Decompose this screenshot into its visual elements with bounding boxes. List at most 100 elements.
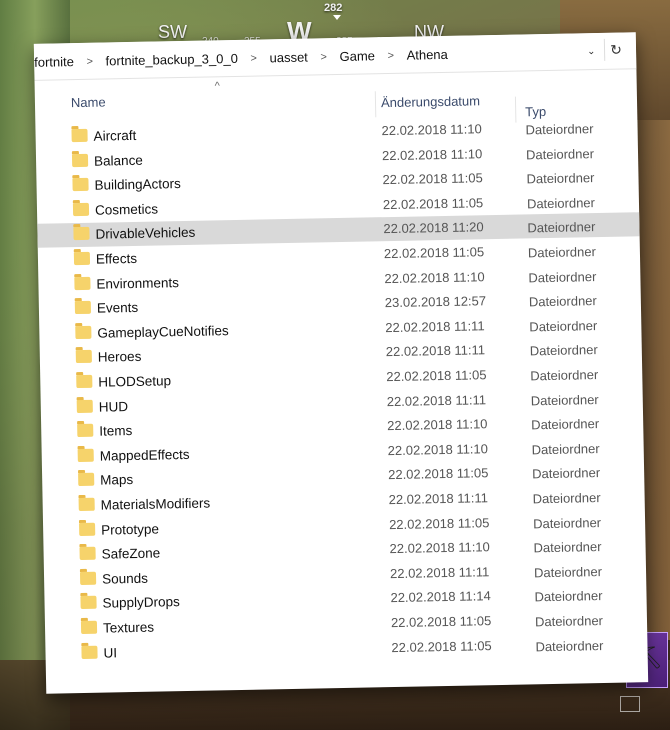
modified-date: 22.02.2018 11:10 [381,145,483,163]
file-name: Textures [102,619,155,636]
breadcrumb-item-fortnite-backup[interactable]: fortnite_backup_3_0_0 [105,51,238,69]
modified-date: 22.02.2018 11:05 [382,195,484,212]
modified-date: 22.02.2018 11:05 [390,613,492,631]
modified-date: 22.02.2018 11:05 [386,367,487,385]
refresh-icon[interactable]: ↻ [603,38,628,61]
file-type: Dateiordner [534,588,603,605]
file-type: Dateiordner [532,490,601,507]
file-type: Dateiordner [532,465,601,482]
modified-date: 22.02.2018 11:10 [387,440,489,458]
folder-icon [72,178,89,192]
folder-icon [78,473,95,487]
file-name: SafeZone [101,545,161,562]
file-name: HLODSetup [98,373,172,390]
file-name: Prototype [101,521,160,538]
file-type: Dateiordner [528,293,597,310]
file-type: Dateiordner [534,613,604,630]
modified-date: 22.02.2018 11:05 [388,465,489,483]
folder-icon [77,448,94,462]
folder-icon [75,325,92,339]
modified-date: 22.02.2018 11:05 [383,244,485,262]
file-type: Dateiordner [526,194,596,212]
file-name: DrivableVehicles [95,225,196,243]
file-name: Events [96,300,139,316]
folder-icon [81,645,98,659]
file-name: HUD [98,398,129,415]
file-type: Dateiordner [533,539,602,556]
chevron-right-icon: > [250,52,258,65]
file-type: Dateiordner [532,514,602,531]
modified-date: 22.02.2018 11:10 [389,539,490,557]
breadcrumb-item-uasset[interactable]: uasset [269,50,308,66]
folder-icon [74,276,91,290]
file-name: Cosmetics [94,201,159,218]
file-type: Dateiordner [525,145,595,163]
modified-date: 22.02.2018 11:05 [382,170,483,188]
file-name: UI [103,644,118,661]
file-name: BuildingActors [94,176,181,193]
file-type: Dateiordner [529,342,598,359]
file-name: Sounds [101,570,149,587]
sort-ascending-icon: ^ [214,80,220,93]
folder-icon [76,374,93,389]
folder-icon [80,620,98,635]
modified-date: 22.02.2018 11:14 [390,588,491,606]
file-name: Heroes [97,349,142,366]
file-name: Aircraft [93,127,137,144]
chevron-right-icon: > [387,49,395,62]
file-type: Dateiordner [525,121,594,138]
file-type: Dateiordner [526,170,595,187]
file-name: Effects [95,250,138,267]
file-name: MaterialsModifiers [100,495,211,513]
file-type: Dateiordner [527,244,596,261]
folder-icon [78,497,95,512]
chevron-right-icon: > [320,50,328,63]
file-name: Maps [100,472,134,489]
compass-label-sw: SW [158,22,187,42]
file-type: Dateiordner [528,268,597,285]
folder-icon [79,522,96,536]
file-explorer-window: fortnite > fortnite_backup_3_0_0 > uasse… [33,32,649,694]
file-type: Dateiordner [531,416,600,433]
chevron-right-icon: > [86,55,94,68]
hud-slot [620,696,640,712]
modified-date: 22.02.2018 11:05 [391,637,492,655]
file-type: Dateiordner [529,317,598,335]
breadcrumb-item-fortnite[interactable]: fortnite [34,54,74,70]
folder-icon [79,546,96,561]
modified-date: 22.02.2018 11:10 [387,416,488,434]
file-type: Dateiordner [530,367,599,384]
folder-icon [76,399,93,413]
column-header-date[interactable]: Änderungsdatum [381,93,480,110]
breadcrumb: fortnite > fortnite_backup_3_0_0 > uasse… [34,46,448,70]
modified-date: 22.02.2018 11:10 [384,268,485,286]
column-header-name[interactable]: Name [71,94,106,110]
address-dropdown-icon[interactable]: ⌄ [587,46,596,57]
file-type: Dateiordner [530,391,599,408]
file-name: Items [99,423,133,439]
breadcrumb-item-athena[interactable]: Athena [406,47,447,63]
compass-bearing: 282 [324,2,343,14]
file-name: SupplyDrops [102,594,180,612]
file-type: Dateiordner [533,563,603,581]
file-name: Balance [93,152,144,169]
folder-icon [79,571,97,585]
modified-date: 22.02.2018 11:11 [385,342,486,360]
folder-icon [72,202,90,216]
modified-date: 22.02.2018 11:05 [388,514,490,532]
file-type: Dateiordner [527,219,596,236]
column-divider[interactable] [374,91,377,118]
folder-icon [73,227,90,241]
folder-icon [80,596,97,610]
file-name: GameplayCueNotifies [97,322,229,341]
modified-date: 22.02.2018 11:20 [383,219,484,237]
modified-date: 22.02.2018 11:10 [381,121,482,139]
modified-date: 22.02.2018 11:11 [388,490,489,508]
breadcrumb-item-game[interactable]: Game [339,48,375,64]
file-name: MappedEffects [99,446,190,464]
folder-icon [77,423,94,438]
folder-icon [71,153,89,167]
file-type: Dateiordner [531,440,600,458]
folder-icon [71,128,88,143]
modified-date: 22.02.2018 11:11 [386,391,487,409]
